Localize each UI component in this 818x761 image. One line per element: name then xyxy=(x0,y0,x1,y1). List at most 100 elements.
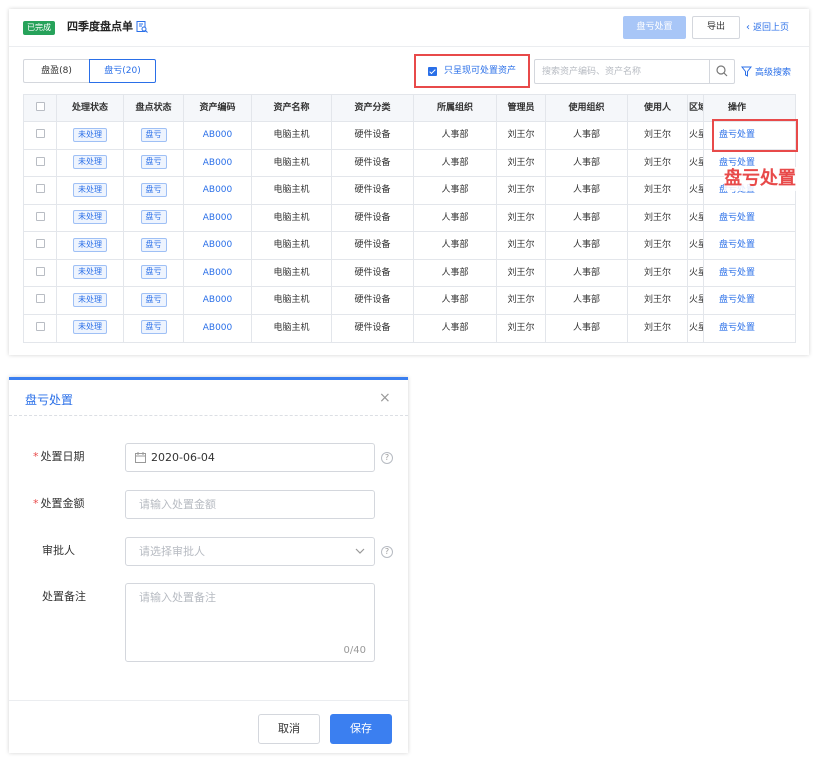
date-field[interactable]: 2020-06-04 xyxy=(125,443,375,472)
dispose-link[interactable]: 盘亏处置 xyxy=(719,240,755,250)
asset-code-link[interactable]: AB000 xyxy=(203,158,233,168)
row-select-cell[interactable] xyxy=(24,232,57,259)
row-checkbox[interactable] xyxy=(35,239,45,248)
loss-dispose-dialog: 盘亏处置 × * 处置日期 2020-06-04 ? * 处置金额 请输入处置金额 … xyxy=(9,377,408,753)
asset-code-link[interactable]: AB000 xyxy=(203,323,233,333)
asset-code-link[interactable]: AB000 xyxy=(203,130,233,140)
remark-textarea[interactable]: 请输入处置备注 0/40 xyxy=(125,583,375,662)
table-row: 未处理 盘亏 AB000 电脑主机 硬件设备 人事部 刘王尔 人事部 刘王尔 火星 盘亏处置 xyxy=(24,259,795,287)
process-status-tag-cell: 未处理 xyxy=(57,122,124,149)
asset-code-link[interactable]: AB000 xyxy=(203,213,233,223)
help-icon[interactable]: ? xyxy=(381,546,393,558)
status-badge: 已完成 xyxy=(23,21,55,35)
help-icon[interactable]: ? xyxy=(381,452,393,464)
col-admin: 管理员 xyxy=(497,95,546,121)
date-label: * 处置日期 xyxy=(33,450,85,463)
row-select-cell[interactable] xyxy=(24,287,57,314)
doc-search-icon[interactable] xyxy=(136,21,148,33)
user-name: 刘王尔 xyxy=(643,185,671,195)
org-name-cell: 人事部 xyxy=(414,177,497,204)
search-placeholder: 搜索资产编码、资产名称 xyxy=(542,67,642,77)
col-action: 操作 xyxy=(727,103,746,113)
user-name: 刘王尔 xyxy=(643,267,671,278)
cancel-button[interactable]: 取消 xyxy=(258,714,320,744)
asset-name-cell: 电脑主机 xyxy=(252,232,332,259)
asset-code-link[interactable]: AB000 xyxy=(203,295,233,305)
search-button[interactable] xyxy=(709,60,734,83)
use-org-name-cell: 人事部 xyxy=(546,177,628,204)
asset-category-cell: 硬件设备 xyxy=(332,149,414,176)
use-org-name: 人事部 xyxy=(572,240,600,250)
asset-code-link-cell: AB000 xyxy=(184,232,252,259)
row-select-cell[interactable] xyxy=(24,122,57,149)
asset-code-link[interactable]: AB000 xyxy=(203,268,233,278)
col-check-status: 盘点状态 xyxy=(124,95,184,121)
back-link[interactable]: ‹ 返回上页 xyxy=(746,21,789,35)
col-user: 使用人 xyxy=(628,95,688,121)
tab-loss[interactable]: 盘亏(20) xyxy=(89,59,156,83)
check-status-tag: 盘亏 xyxy=(140,237,167,252)
close-icon[interactable]: × xyxy=(379,390,391,406)
use-org-name-cell: 人事部 xyxy=(546,287,628,314)
search-input[interactable]: 搜索资产编码、资产名称 xyxy=(534,59,735,84)
approver-select[interactable]: 请选择审批人 xyxy=(125,537,375,566)
check-status-tag-cell: 盘亏 xyxy=(124,314,184,342)
row-checkbox[interactable] xyxy=(35,294,45,303)
checkbox-icon[interactable] xyxy=(428,67,437,76)
user-name: 刘王尔 xyxy=(643,212,671,223)
save-button[interactable]: 保存 xyxy=(330,714,392,744)
check-status-tag-cell: 盘亏 xyxy=(124,287,184,314)
org-name: 人事部 xyxy=(441,295,469,305)
dispose-link[interactable]: 盘亏处置 xyxy=(719,323,755,333)
admin-name: 刘王尔 xyxy=(507,267,535,278)
check-status-tag: 盘亏 xyxy=(140,155,167,169)
asset-name: 电脑主机 xyxy=(273,185,310,195)
org-name-cell: 人事部 xyxy=(414,149,497,176)
row-select-cell[interactable] xyxy=(24,204,57,231)
row-select-cell[interactable] xyxy=(24,259,57,286)
asset-name: 电脑主机 xyxy=(273,157,310,168)
row-checkbox[interactable] xyxy=(35,266,45,276)
advanced-search-link[interactable]: 高级搜索 xyxy=(740,66,791,79)
area-name: 火星 xyxy=(689,322,703,333)
asset-code-link[interactable]: AB000 xyxy=(203,185,233,195)
col-asset-name: 资产名称 xyxy=(252,95,332,121)
row-select-cell[interactable] xyxy=(24,149,57,176)
process-status-tag: 未处理 xyxy=(73,292,107,307)
asset-name-cell: 电脑主机 xyxy=(252,149,332,176)
use-org-name: 人事部 xyxy=(572,185,600,195)
row-checkbox[interactable] xyxy=(35,184,45,193)
asset-code-link-cell: AB000 xyxy=(184,149,252,176)
asset-category: 硬件设备 xyxy=(354,322,391,333)
dispose-link[interactable]: 盘亏处置 xyxy=(719,268,755,278)
row-checkbox[interactable] xyxy=(35,156,45,166)
row-select-cell[interactable] xyxy=(24,177,57,204)
user-name: 刘王尔 xyxy=(643,157,671,168)
asset-name-cell: 电脑主机 xyxy=(252,259,332,286)
org-name: 人事部 xyxy=(441,157,469,168)
tab-surplus[interactable]: 盘盈(8) xyxy=(23,59,89,83)
use-org-name-cell: 人事部 xyxy=(546,314,628,342)
dispose-link[interactable]: 盘亏处置 xyxy=(719,158,755,168)
select-all-checkbox[interactable] xyxy=(35,102,45,111)
only-disposable-filter[interactable]: 只呈现可处置资产 xyxy=(414,54,530,88)
row-checkbox[interactable] xyxy=(35,321,45,331)
asset-category-cell: 硬件设备 xyxy=(332,314,414,342)
export-button[interactable]: 导出 xyxy=(692,16,740,39)
org-name: 人事部 xyxy=(441,322,469,333)
dispose-link-cell: 盘亏处置 xyxy=(704,232,770,259)
loss-dispose-button[interactable]: 盘亏处置 xyxy=(623,16,686,39)
org-name: 人事部 xyxy=(441,240,469,250)
user-name-cell: 刘王尔 xyxy=(628,149,688,176)
select-all-cell[interactable] xyxy=(24,95,57,121)
row-checkbox[interactable] xyxy=(35,129,45,138)
row-checkbox[interactable] xyxy=(35,211,45,221)
user-name-cell: 刘王尔 xyxy=(628,232,688,259)
amount-field[interactable]: 请输入处置金额 xyxy=(125,490,375,519)
process-status-tag-cell: 未处理 xyxy=(57,314,124,342)
dispose-link[interactable]: 盘亏处置 xyxy=(719,295,755,305)
row-select-cell[interactable] xyxy=(24,314,57,342)
dispose-link[interactable]: 盘亏处置 xyxy=(719,213,755,223)
admin-name-cell: 刘王尔 xyxy=(497,122,546,149)
asset-code-link[interactable]: AB000 xyxy=(203,240,233,250)
